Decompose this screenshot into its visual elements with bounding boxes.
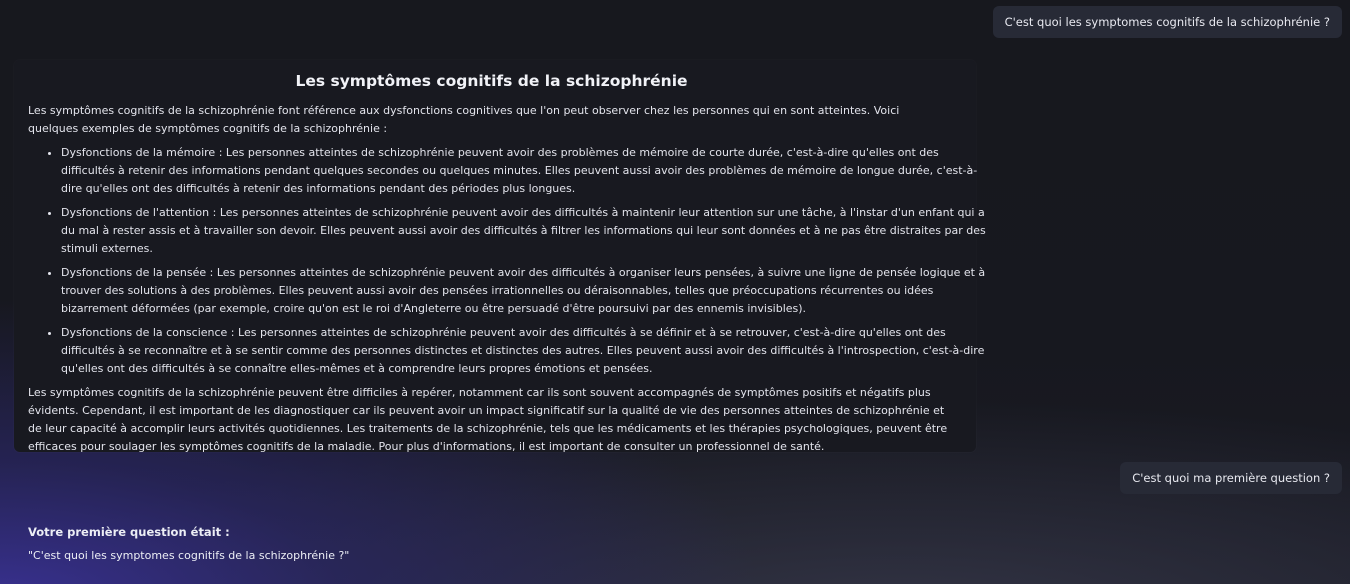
second-answer-heading: Votre première question était :	[28, 525, 230, 539]
user-message-bubble: C'est quoi ma première question ?	[1120, 462, 1342, 494]
second-answer-quote: "C'est quoi les symptomes cognitifs de l…	[28, 549, 350, 562]
answer-intro-paragraph: Les symptômes cognitifs de la schizophré…	[28, 104, 900, 135]
symptom-list-item: Dysfonctions de l'attention : Les person…	[61, 204, 993, 258]
assistant-second-answer: Votre première question était : "C'est q…	[28, 520, 928, 568]
symptom-list: Dysfonctions de la mémoire : Les personn…	[28, 144, 993, 378]
answer-conclusion-paragraph: Les symptômes cognitifs de la schizophré…	[28, 386, 948, 453]
symptom-list-item: Dysfonctions de la pensée : Les personne…	[61, 264, 993, 318]
user-message-bubble: C'est quoi les symptomes cognitifs de la…	[992, 6, 1342, 38]
answer-title: Les symptômes cognitifs de la schizophré…	[295, 72, 688, 90]
user-message-text: C'est quoi ma première question ?	[1132, 471, 1330, 485]
assistant-answer-body: Les symptômes cognitifs de la schizophré…	[28, 102, 993, 456]
symptom-list-item: Dysfonctions de la conscience : Les pers…	[61, 324, 993, 378]
symptom-list-item: Dysfonctions de la mémoire : Les personn…	[61, 144, 993, 198]
user-message-text: C'est quoi les symptomes cognitifs de la…	[1004, 15, 1330, 29]
